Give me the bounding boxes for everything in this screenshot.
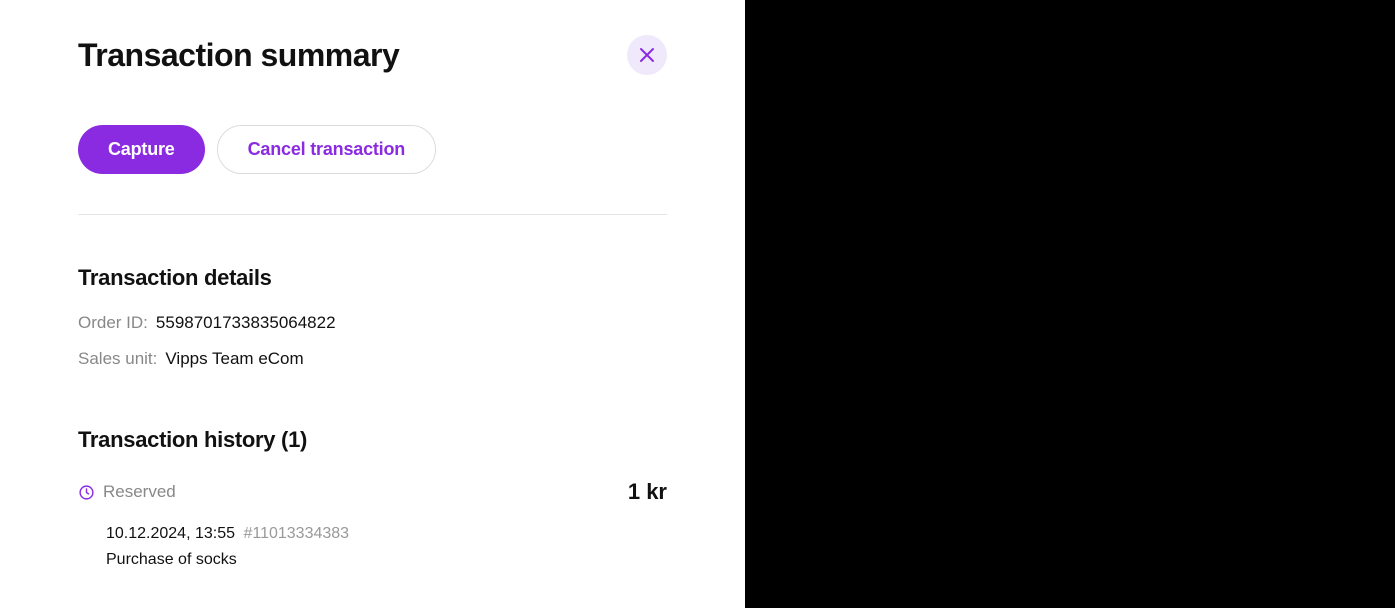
transaction-summary-panel: Transaction summary Capture Cancel trans… xyxy=(0,0,745,608)
clock-icon xyxy=(78,484,95,501)
timestamp-line: 10.12.2024, 13:55 #11013334383 xyxy=(106,525,667,543)
sales-unit-label: Sales unit: xyxy=(78,349,157,369)
cancel-transaction-button[interactable]: Cancel transaction xyxy=(217,125,436,174)
transaction-details-section: Transaction details Order ID: 5598701733… xyxy=(78,265,667,369)
reference-number: #11013334383 xyxy=(243,525,349,542)
transaction-amount: 1 kr xyxy=(628,479,667,505)
timestamp: 10.12.2024, 13:55 xyxy=(106,525,235,542)
sales-unit-value: Vipps Team eCom xyxy=(165,349,303,369)
capture-button[interactable]: Capture xyxy=(78,125,205,174)
right-area xyxy=(745,0,1395,608)
order-id-label: Order ID: xyxy=(78,313,148,333)
close-icon xyxy=(639,47,655,63)
transaction-history-section: Transaction history (1) Reserved 1 kr 10… xyxy=(78,427,667,569)
transaction-description: Purchase of socks xyxy=(106,551,667,569)
history-meta: 10.12.2024, 13:55 #11013334383 Purchase … xyxy=(78,525,667,569)
details-section-title: Transaction details xyxy=(78,265,667,291)
page-title: Transaction summary xyxy=(78,37,399,74)
order-id-row: Order ID: 5598701733835064822 xyxy=(78,313,667,333)
sales-unit-row: Sales unit: Vipps Team eCom xyxy=(78,349,667,369)
history-item: Reserved 1 kr 10.12.2024, 13:55 #1101333… xyxy=(78,479,667,569)
history-item-header: Reserved 1 kr xyxy=(78,479,667,505)
status-text: Reserved xyxy=(103,482,176,502)
action-buttons: Capture Cancel transaction xyxy=(78,125,667,174)
close-button[interactable] xyxy=(627,35,667,75)
status-group: Reserved xyxy=(78,482,176,502)
history-section-title: Transaction history (1) xyxy=(78,427,667,453)
order-id-value: 5598701733835064822 xyxy=(156,313,336,333)
panel-header: Transaction summary xyxy=(78,35,667,75)
divider xyxy=(78,214,667,215)
